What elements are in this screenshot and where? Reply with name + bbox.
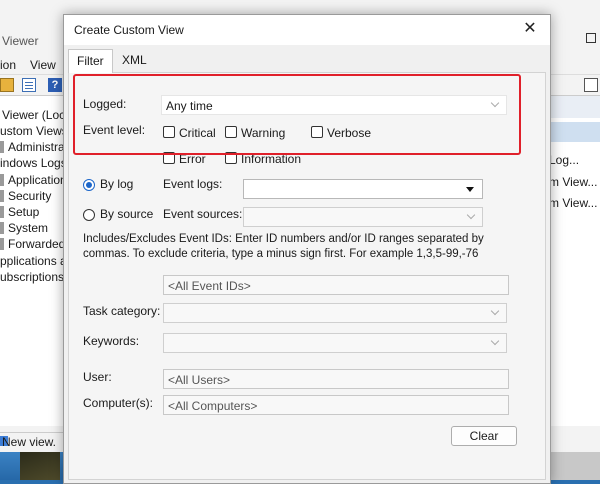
by-log-label: By log bbox=[100, 177, 134, 191]
dialog-titlebar: Create Custom View ✕ bbox=[64, 15, 550, 45]
by-source-label: By source bbox=[100, 207, 154, 221]
clear-button[interactable]: Clear bbox=[451, 426, 517, 446]
menu-action[interactable]: ion bbox=[0, 58, 16, 72]
information-checkbox[interactable] bbox=[225, 152, 237, 164]
tree-item-administrative[interactable]: Administrati bbox=[8, 140, 71, 154]
maximize-icon[interactable] bbox=[586, 33, 596, 43]
event-level-label: Event level: bbox=[83, 123, 146, 137]
log-icon bbox=[0, 222, 4, 234]
chevron-down-icon bbox=[466, 187, 474, 192]
logged-label: Logged: bbox=[83, 97, 127, 111]
log-icon bbox=[0, 174, 4, 186]
tree-item-setup[interactable]: Setup bbox=[8, 205, 39, 219]
filter-panel: Logged: Any time Event level: Critical W… bbox=[68, 72, 546, 480]
event-ids-help-text: Includes/Excludes Event IDs: Enter ID nu… bbox=[83, 233, 484, 260]
event-logs-label: Event logs: bbox=[163, 177, 223, 191]
dialog-title: Create Custom View bbox=[74, 23, 184, 37]
critical-checkbox[interactable] bbox=[163, 126, 175, 138]
tab-filter[interactable]: Filter bbox=[68, 49, 113, 73]
event-viewer-title: Viewer bbox=[2, 34, 39, 48]
warning-label: Warning bbox=[241, 126, 286, 140]
close-icon[interactable]: ✕ bbox=[520, 19, 540, 39]
by-log-radio[interactable] bbox=[83, 179, 95, 191]
log-icon bbox=[0, 206, 4, 218]
event-sources-label: Event sources: bbox=[163, 207, 243, 221]
log-icon bbox=[0, 238, 4, 250]
panel-icon[interactable] bbox=[584, 78, 598, 92]
list-view-icon[interactable] bbox=[22, 78, 36, 92]
computers-label: Computer(s): bbox=[83, 396, 154, 410]
verbose-checkbox[interactable] bbox=[311, 126, 323, 138]
logged-dropdown[interactable]: Any time bbox=[161, 95, 507, 115]
tree-item-windows-logs[interactable]: indows Logs bbox=[0, 156, 67, 170]
warning-checkbox[interactable] bbox=[225, 126, 237, 138]
error-checkbox[interactable] bbox=[163, 152, 175, 164]
by-source-radio[interactable] bbox=[83, 209, 95, 221]
user-label: User: bbox=[83, 370, 112, 384]
help-icon[interactable]: ? bbox=[48, 78, 62, 92]
task-category-dropdown[interactable] bbox=[163, 303, 507, 323]
menu-view[interactable]: View bbox=[30, 58, 56, 72]
status-text: New view. bbox=[2, 435, 57, 449]
information-label: Information bbox=[241, 152, 302, 166]
error-label: Error bbox=[179, 152, 206, 166]
critical-label: Critical bbox=[179, 126, 216, 140]
actions-pane: Log... m View... m View... bbox=[549, 96, 600, 426]
action-create-custom-view[interactable]: m View... bbox=[549, 175, 597, 189]
tree-item-system[interactable]: System bbox=[8, 221, 48, 235]
chevron-down-icon bbox=[490, 306, 500, 316]
chevron-down-icon bbox=[490, 98, 500, 108]
computers-input[interactable]: <All Computers> bbox=[163, 395, 509, 415]
folder-icon[interactable] bbox=[0, 78, 14, 92]
actions-header bbox=[549, 96, 600, 118]
event-ids-input[interactable]: <All Event IDs> bbox=[163, 275, 509, 295]
action-open-saved-log[interactable]: Log... bbox=[549, 153, 579, 167]
task-category-label: Task category: bbox=[83, 304, 161, 318]
tree-item-custom-views[interactable]: ustom Views bbox=[0, 124, 68, 138]
tree-item-subscriptions[interactable]: ubscriptions bbox=[0, 270, 64, 284]
keywords-label: Keywords: bbox=[83, 334, 140, 348]
tree-item-application[interactable]: Application bbox=[8, 173, 67, 187]
keywords-dropdown[interactable] bbox=[163, 333, 507, 353]
wallpaper-edge bbox=[549, 452, 600, 480]
chevron-down-icon bbox=[490, 336, 500, 346]
status-bar: New view. bbox=[0, 432, 64, 450]
tab-xml[interactable]: XML bbox=[114, 49, 155, 71]
logged-value: Any time bbox=[166, 99, 213, 113]
chevron-down-icon bbox=[466, 210, 476, 220]
create-custom-view-dialog: Create Custom View ✕ Filter XML Logged: … bbox=[63, 14, 551, 484]
event-sources-dropdown[interactable] bbox=[243, 207, 483, 227]
verbose-label: Verbose bbox=[327, 126, 372, 140]
console-tree: Viewer (Local) ustom Views Administrati … bbox=[0, 96, 78, 426]
action-import-custom-view[interactable]: m View... bbox=[549, 196, 597, 210]
tree-item-security[interactable]: Security bbox=[8, 189, 51, 203]
wallpaper-shape bbox=[20, 452, 60, 480]
log-icon bbox=[0, 190, 4, 202]
user-input[interactable]: <All Users> bbox=[163, 369, 509, 389]
event-logs-dropdown[interactable] bbox=[243, 179, 483, 199]
folder-icon bbox=[0, 141, 4, 153]
actions-subheader bbox=[549, 122, 600, 142]
